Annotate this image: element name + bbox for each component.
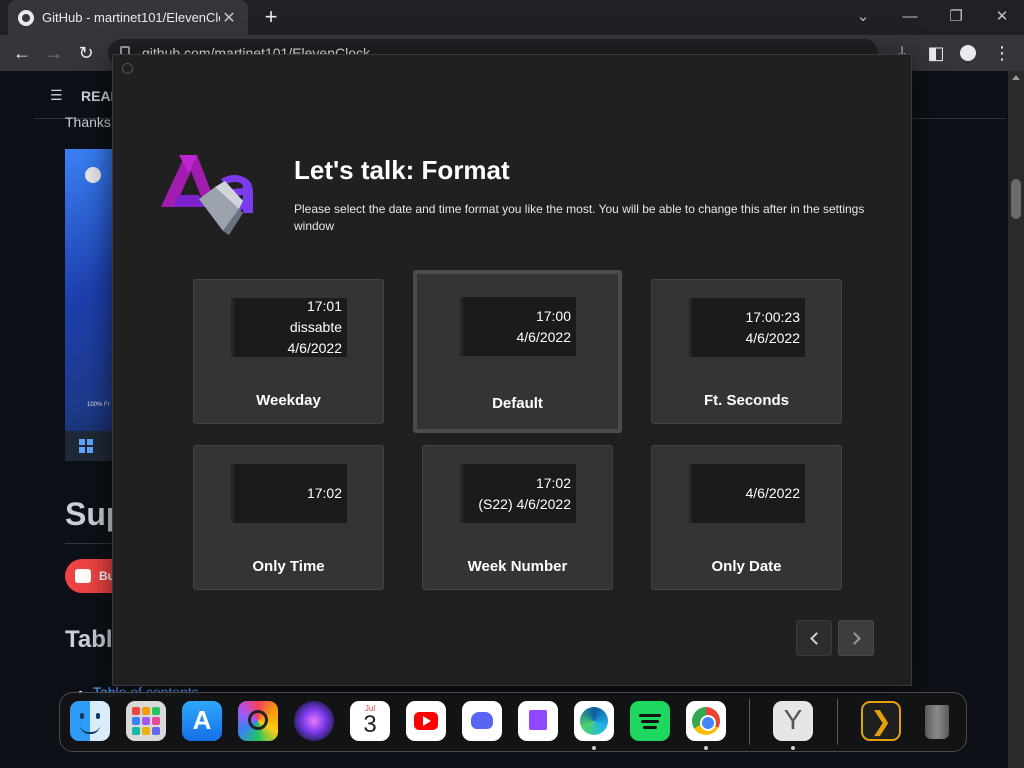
app-store-icon[interactable]: A <box>182 701 222 741</box>
scrollbar-thumb[interactable] <box>1011 179 1021 219</box>
format-setup-dialog: Let's talk: Format Please select the dat… <box>112 54 912 686</box>
window-control-dot[interactable] <box>122 63 133 74</box>
forward-button[interactable]: → <box>40 39 68 67</box>
clock-preview: 17:02 (S22) 4/6/2022 <box>460 464 576 523</box>
clock-preview: 17:00:23 4/6/2022 <box>689 298 805 357</box>
new-tab-button[interactable]: + <box>258 4 284 30</box>
previous-page-button[interactable] <box>796 620 832 656</box>
clock-preview: 17:02 <box>231 464 347 523</box>
preview-line: dissabte <box>289 319 342 335</box>
table-of-contents-heading: Tabl <box>65 626 113 653</box>
format-option-only-time[interactable]: 17:02 Only Time <box>193 445 384 590</box>
preview-line: (S22) 4/6/2022 <box>478 495 571 512</box>
reload-button[interactable]: ↻ <box>72 39 100 67</box>
option-label: Only Time <box>252 558 325 575</box>
twitch-icon[interactable] <box>518 701 558 741</box>
side-panel-icon[interactable]: ◧ <box>922 39 950 67</box>
calendar-day: 3 <box>363 711 377 738</box>
minimize-button[interactable]: — <box>895 4 925 30</box>
running-indicator <box>791 746 795 750</box>
option-label: Weekday <box>256 392 321 409</box>
format-option-week-number[interactable]: 17:02 (S22) 4/6/2022 Week Number <box>422 445 613 590</box>
format-option-weekday[interactable]: 17:01 dissabte 4/6/2022 Weekday <box>193 279 384 424</box>
app-store-glyph: A <box>192 705 212 735</box>
finder-icon[interactable] <box>70 701 110 741</box>
clock-preview: 4/6/2022 <box>689 464 805 523</box>
running-indicator <box>592 746 596 750</box>
preview-line: 17:01 <box>306 298 342 314</box>
format-option-default[interactable]: 17:00 4/6/2022 Default <box>413 270 622 433</box>
chevron-right-icon <box>847 631 861 645</box>
trash-icon[interactable] <box>917 701 957 741</box>
browser-menu-icon[interactable]: ⋮ <box>988 39 1016 67</box>
page-scrollbar[interactable] <box>1008 71 1024 768</box>
outline-list-icon[interactable]: ☰ <box>50 87 63 104</box>
dock-separator <box>837 699 838 745</box>
preview-line: 17:00 <box>535 307 571 324</box>
preview-line: 17:00:23 <box>745 308 801 325</box>
option-label: Only Date <box>711 558 782 575</box>
running-indicator <box>704 746 708 750</box>
restore-button[interactable]: ❐ <box>941 4 971 30</box>
close-window-button[interactable]: ✕ <box>987 4 1017 30</box>
utilities-icon[interactable] <box>238 701 278 741</box>
edge-icon[interactable] <box>574 701 614 741</box>
windows-logo-icon <box>79 439 93 453</box>
youtube-icon[interactable] <box>406 701 446 741</box>
back-button[interactable]: ← <box>8 39 36 67</box>
preview-line: 17:02 <box>535 474 571 491</box>
dock: A Jul 3 Y ❯ <box>59 692 967 752</box>
option-label: Ft. Seconds <box>703 392 789 409</box>
profile-avatar-icon[interactable] <box>954 39 982 67</box>
yandex-browser-icon[interactable]: Y <box>773 701 813 741</box>
chevron-left-icon <box>809 631 823 645</box>
preview-line: 17:02 <box>306 485 342 501</box>
preview-line: 4/6/2022 <box>287 340 343 356</box>
github-icon <box>18 9 34 26</box>
option-label: Week Number <box>467 558 568 575</box>
preview-line: 4/6/2022 <box>516 328 572 345</box>
yandex-glyph: Y <box>783 704 803 735</box>
image-caption: 100% Fr <box>87 402 110 408</box>
format-option-ft-seconds[interactable]: 17:00:23 4/6/2022 Ft. Seconds <box>651 279 842 424</box>
tab-search-icon[interactable]: ⌄ <box>848 4 878 30</box>
tab-title: GitHub - martinet101/ElevenClock <box>42 10 220 25</box>
browser-tab-bar: GitHub - martinet101/ElevenClock ✕ + ⌄ —… <box>0 0 1024 35</box>
next-page-button[interactable] <box>838 620 874 656</box>
siri-icon[interactable] <box>294 701 334 741</box>
discord-icon[interactable] <box>462 701 502 741</box>
dialog-title: Let's talk: Format <box>294 155 510 185</box>
preview-line: 4/6/2022 <box>745 329 801 346</box>
option-label: Default <box>492 395 543 412</box>
clock-preview: 17:01 dissabte 4/6/2022 <box>231 298 347 357</box>
dialog-description: Please select the date and time format y… <box>294 202 865 233</box>
format-option-only-date[interactable]: 4/6/2022 Only Date <box>651 445 842 590</box>
browser-tab[interactable]: GitHub - martinet101/ElevenClock ✕ <box>8 0 248 35</box>
chrome-icon[interactable] <box>686 701 726 741</box>
thanks-text: Thanks <box>65 114 111 130</box>
scroll-up-arrow-icon[interactable] <box>1012 75 1020 80</box>
calendar-icon[interactable]: Jul 3 <box>350 701 390 741</box>
plex-glyph: ❯ <box>870 706 892 736</box>
dock-separator <box>749 699 750 745</box>
github-mini-icon <box>85 167 101 183</box>
font-format-logo-icon <box>161 155 253 235</box>
close-tab-icon[interactable]: ✕ <box>220 8 238 28</box>
spotify-icon[interactable] <box>630 701 670 741</box>
plex-icon[interactable]: ❯ <box>861 701 901 741</box>
coffee-cup-icon <box>75 569 91 583</box>
preview-line: 4/6/2022 <box>745 485 801 501</box>
launchpad-icon[interactable] <box>126 701 166 741</box>
clock-preview: 17:00 4/6/2022 <box>460 297 576 356</box>
